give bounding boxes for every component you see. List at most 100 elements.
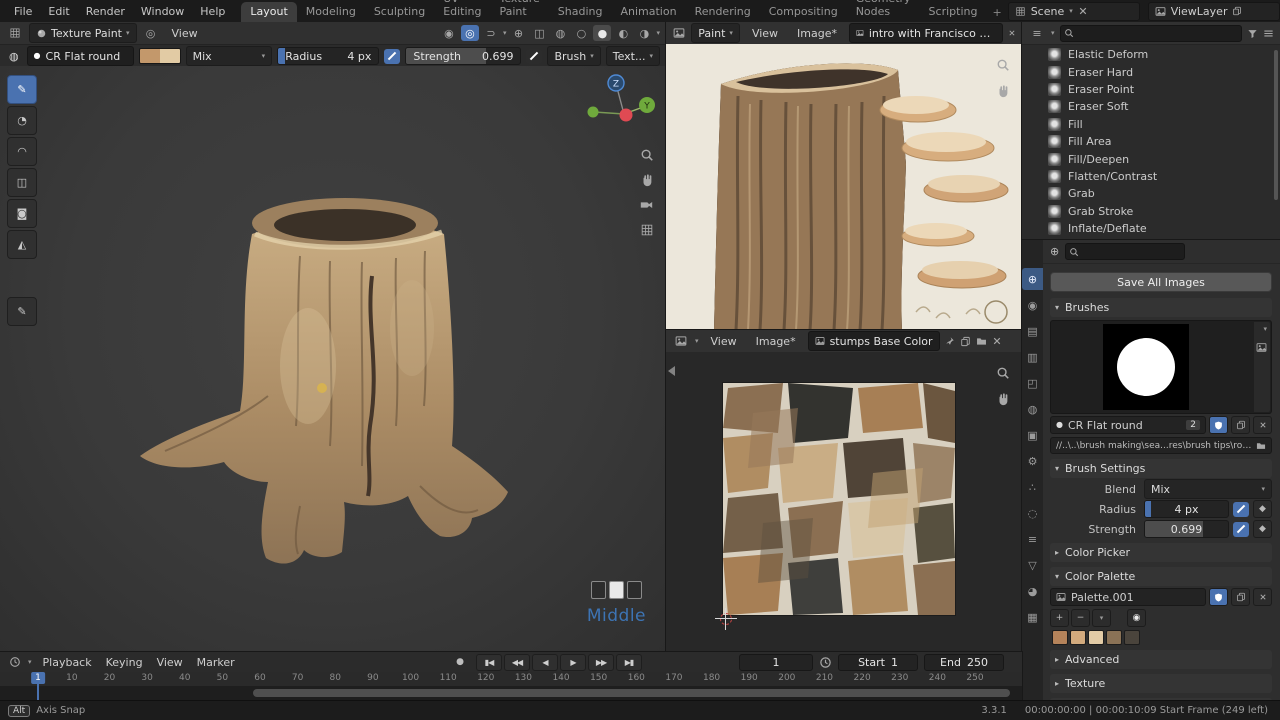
- workspace-tab-layout[interactable]: Layout: [241, 2, 297, 22]
- image-datablock-selector[interactable]: intro with Francisco Guerrero,: [849, 23, 1004, 43]
- brush-list-item[interactable]: Inflate/Deflate: [1048, 220, 1280, 237]
- fake-user-shield-button[interactable]: [1209, 588, 1228, 606]
- zoom-icon[interactable]: [996, 58, 1010, 72]
- strength-slider[interactable]: 0.699: [1144, 520, 1229, 538]
- image-canvas[interactable]: [666, 44, 1022, 330]
- brush-texture-path-field[interactable]: //..\..\brush making\sea...res\brush tip…: [1050, 437, 1272, 454]
- camera-view-icon[interactable]: [639, 198, 654, 212]
- menu-burger-icon[interactable]: [1263, 28, 1274, 39]
- brush-list-item[interactable]: Fill: [1048, 116, 1280, 133]
- brush-preview-icon[interactable]: ◍: [6, 48, 22, 64]
- timeline-track[interactable]: [0, 686, 1022, 700]
- panel-header-color-palette[interactable]: ▾ Color Palette: [1050, 567, 1272, 586]
- end-frame-field[interactable]: End 250: [924, 653, 1004, 671]
- chevron-down-icon[interactable]: ▾: [503, 29, 507, 37]
- shading-material-icon[interactable]: ◐: [614, 25, 632, 41]
- tool-draw-button[interactable]: ✎: [7, 75, 37, 104]
- view-menu[interactable]: View: [745, 25, 785, 42]
- palette-swatch[interactable]: [1070, 630, 1086, 645]
- play-reverse-button[interactable]: ◀: [532, 653, 558, 671]
- preview-list-icon[interactable]: [1256, 342, 1267, 353]
- image-menu[interactable]: Image*: [790, 25, 844, 42]
- proportional-editing-icon[interactable]: ◎: [460, 25, 479, 41]
- panel-header-brushes[interactable]: ▾ Brushes: [1050, 298, 1272, 317]
- topbar-menu-file[interactable]: File: [6, 3, 40, 20]
- eyedropper-icon[interactable]: ◉: [440, 25, 458, 41]
- axis-gizmo[interactable]: Z Y: [586, 70, 658, 140]
- unlink-button[interactable]: [1253, 416, 1272, 434]
- close-icon[interactable]: [992, 336, 1002, 346]
- pivot-point-icon[interactable]: ⊕: [509, 25, 527, 41]
- brush-list-item[interactable]: Elastic Deform: [1048, 46, 1280, 63]
- remove-color-button[interactable]: −: [1071, 609, 1090, 627]
- topbar-menu-help[interactable]: Help: [192, 3, 233, 20]
- next-keyframe-button[interactable]: ▶▶: [588, 653, 614, 671]
- editor-type-icon[interactable]: [672, 333, 690, 349]
- brush-popover[interactable]: Brush ▾: [547, 46, 601, 66]
- paint-mode-dropdown[interactable]: Paint ▾: [691, 23, 740, 43]
- editor-type-icon[interactable]: [6, 654, 24, 670]
- mode-selector[interactable]: Texture Paint ▾: [29, 23, 137, 43]
- timeline-menu-playback[interactable]: Playback: [36, 655, 99, 670]
- properties-tab-object-data[interactable]: ▽: [1022, 554, 1043, 576]
- brush-list-item[interactable]: Grab Stroke: [1048, 203, 1280, 220]
- start-frame-field[interactable]: Start 1: [838, 653, 918, 671]
- scene-selector[interactable]: Scene ▾: [1007, 1, 1140, 21]
- scrollbar[interactable]: [1274, 50, 1278, 200]
- pan-hand-icon[interactable]: [996, 392, 1010, 406]
- folder-icon[interactable]: [1256, 441, 1266, 451]
- paint-mask-icon[interactable]: ◎: [142, 25, 160, 41]
- current-frame-badge[interactable]: 1: [31, 672, 45, 684]
- panel-header-color-picker[interactable]: ▸ Color Picker: [1050, 543, 1272, 562]
- properties-tab-scene[interactable]: ◰: [1022, 372, 1043, 394]
- view-menu[interactable]: View: [165, 25, 205, 42]
- workspace-tab-texture-paint[interactable]: Texture Paint: [491, 0, 549, 22]
- copy-icon[interactable]: [960, 336, 971, 347]
- current-frame-field[interactable]: 1: [739, 653, 813, 671]
- timeline-menu-marker[interactable]: Marker: [190, 655, 242, 670]
- view-menu[interactable]: View: [704, 333, 744, 350]
- workspace-tab-compositing[interactable]: Compositing: [760, 2, 847, 22]
- region-expand-arrow[interactable]: [668, 366, 675, 376]
- tool-clone-button[interactable]: ◫: [7, 168, 37, 197]
- add-color-button[interactable]: +: [1050, 609, 1069, 627]
- shading-solid-icon[interactable]: ●: [593, 25, 612, 41]
- users-count-badge[interactable]: 2: [1186, 420, 1200, 430]
- workspace-tab-animation[interactable]: Animation: [611, 2, 685, 22]
- brush-list-item[interactable]: Eraser Hard: [1048, 63, 1280, 80]
- use-preview-range-clock-icon[interactable]: [819, 656, 832, 669]
- tool-smear-button[interactable]: ◠: [7, 137, 37, 166]
- timeline-menu-keying[interactable]: Keying: [99, 655, 150, 670]
- properties-tab-material[interactable]: ◕: [1022, 580, 1043, 602]
- zoom-icon[interactable]: [996, 366, 1010, 380]
- brush-thumbnail[interactable]: [1103, 324, 1189, 410]
- palette-swatch[interactable]: [1088, 630, 1104, 645]
- copy-icon[interactable]: [1232, 6, 1242, 16]
- panel-header-texture[interactable]: ▸ Texture: [1050, 674, 1272, 693]
- copy-button[interactable]: [1231, 588, 1250, 606]
- properties-tab-render[interactable]: ◉: [1022, 294, 1043, 316]
- editor-type-icon[interactable]: [672, 25, 686, 41]
- auto-keyframe-record-button[interactable]: ●: [452, 655, 468, 670]
- jump-start-button[interactable]: ▮◀: [476, 653, 502, 671]
- pan-hand-icon[interactable]: [996, 84, 1010, 98]
- animate-property-button[interactable]: ◆: [1253, 500, 1272, 518]
- topbar-menu-window[interactable]: Window: [133, 3, 192, 20]
- brush-list-item[interactable]: Fill Area: [1048, 133, 1280, 150]
- fake-user-shield-button[interactable]: [1209, 416, 1228, 434]
- workspace-tab-shading[interactable]: Shading: [549, 2, 612, 22]
- unlink-icon[interactable]: [1078, 6, 1088, 16]
- tool-annotate-button[interactable]: ✎: [7, 297, 37, 326]
- workspace-tab-sculpting[interactable]: Sculpting: [365, 2, 434, 22]
- close-icon[interactable]: [1008, 28, 1016, 38]
- play-button[interactable]: ▶: [560, 653, 586, 671]
- workspace-tab-geometry-nodes[interactable]: Geometry Nodes: [847, 0, 920, 22]
- chevron-down-icon[interactable]: ▾: [1051, 29, 1055, 37]
- animate-property-button[interactable]: ◆: [1253, 520, 1272, 538]
- workspace-tab-rendering[interactable]: Rendering: [686, 2, 760, 22]
- topbar-menu-edit[interactable]: Edit: [40, 3, 77, 20]
- properties-tab-texture[interactable]: ▦: [1022, 606, 1043, 628]
- workspace-tab-scripting[interactable]: Scripting: [920, 2, 987, 22]
- snap-magnet-icon[interactable]: ⊃: [482, 25, 500, 41]
- palette-swatch[interactable]: [1052, 630, 1068, 645]
